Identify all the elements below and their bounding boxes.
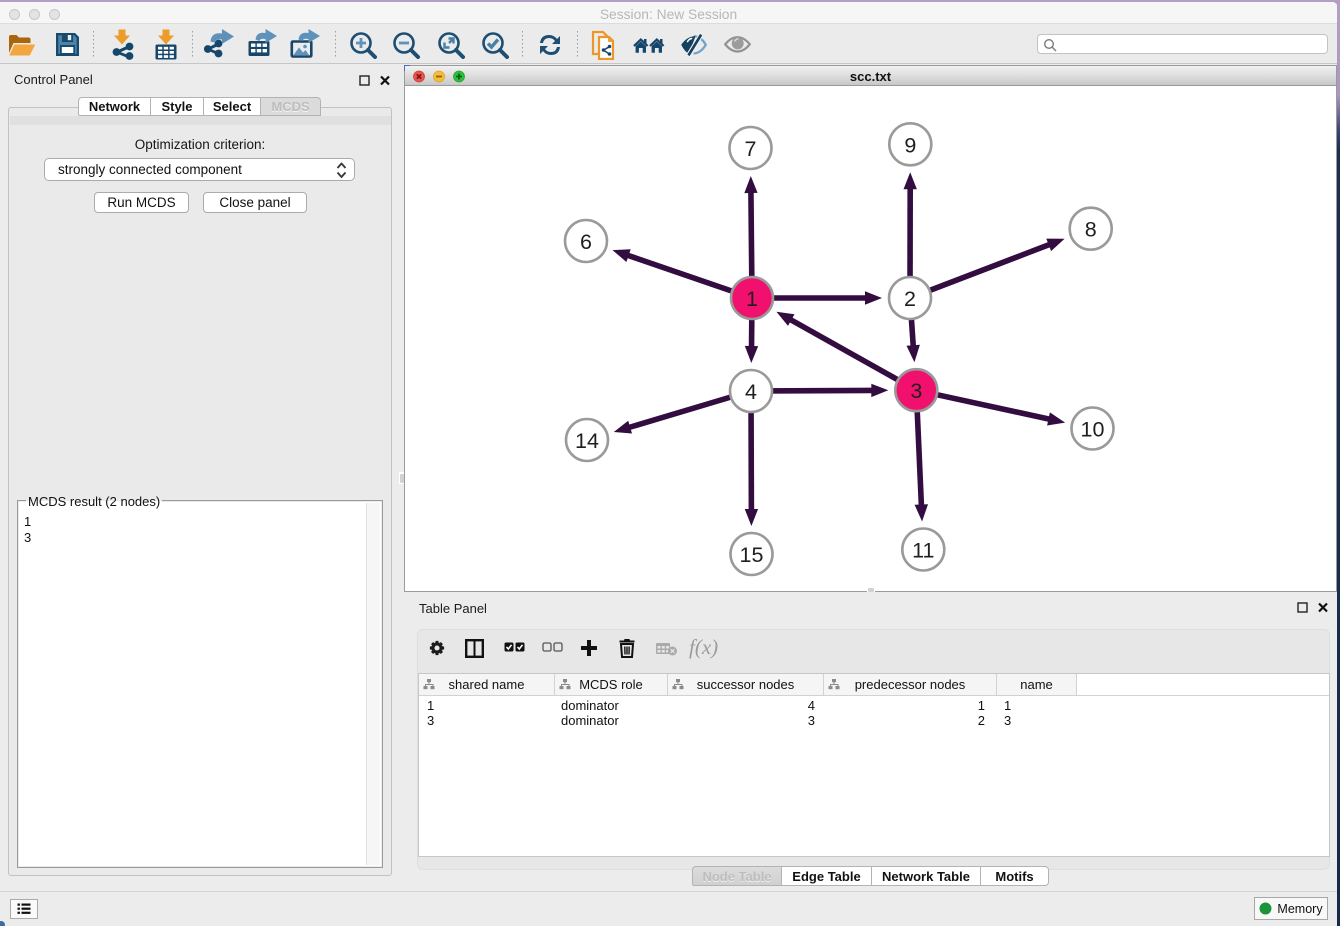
svg-text:4: 4 [745, 380, 757, 404]
svg-text:10: 10 [1081, 418, 1105, 442]
svg-text:7: 7 [745, 137, 757, 161]
svg-text:3: 3 [910, 379, 922, 403]
svg-text:11: 11 [912, 539, 934, 563]
svg-text:8: 8 [1085, 218, 1097, 242]
svg-text:14: 14 [575, 429, 599, 453]
svg-text:2: 2 [904, 287, 916, 311]
svg-text:9: 9 [904, 133, 916, 157]
svg-text:1: 1 [746, 287, 758, 311]
svg-text:6: 6 [580, 230, 592, 254]
svg-text:15: 15 [740, 543, 764, 567]
